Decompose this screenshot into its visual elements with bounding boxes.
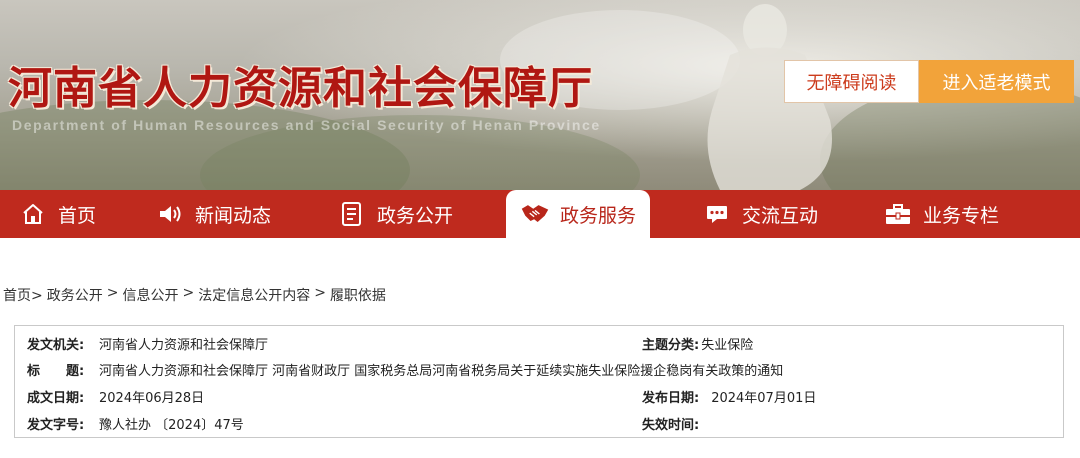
nav-item-interaction[interactable]: 交流互动 <box>702 190 818 238</box>
written-date-row: 成文日期: 2024年06月28日 <box>27 384 204 408</box>
document-icon <box>337 199 367 229</box>
elder-mode-button[interactable]: 进入适老模式 <box>919 60 1074 103</box>
site-subtitle: Department of Human Resources and Social… <box>12 117 601 133</box>
speaker-icon <box>155 199 185 229</box>
issuer-row: 发文机关: 河南省人力资源和社会保障厅 <box>27 331 268 355</box>
doc-number-label: 发文字号: <box>27 417 85 433</box>
breadcrumb-info-disclosure[interactable]: 信息公开 <box>122 285 178 305</box>
publish-date-row: 发布日期: 2024年07月01日 <box>642 384 816 408</box>
site-title: 河南省人力资源和社会保障厅 <box>8 63 593 114</box>
nav-item-gov-services[interactable]: 政务服务 <box>506 190 651 238</box>
topic-label: 主题分类: <box>642 337 700 353</box>
breadcrumb-separator: > <box>106 285 119 301</box>
breadcrumb-separator: > <box>314 285 326 301</box>
written-date-label: 成文日期: <box>27 390 85 406</box>
main-nav: 首页 新闻动态 政务公开 政务服务 交流互动 业务专栏 <box>0 190 1080 238</box>
nav-label-gov-affairs: 政务公开 <box>377 204 454 227</box>
breadcrumb: 首页> 政务公开 > 信息公开 > 法定信息公开内容 > 履职依据 <box>3 285 386 305</box>
nav-label-home: 首页 <box>58 204 97 227</box>
expiry-row: 失效时间: <box>642 411 701 435</box>
publish-date-value: 2024年07月01日 <box>711 390 817 406</box>
home-icon <box>18 199 48 229</box>
title-value: 河南省人力资源和社会保障厅 河南省财政厅 国家税务总局河南省税务局关于延续实施失… <box>99 363 784 379</box>
briefcase-icon <box>883 199 913 229</box>
publish-date-label: 发布日期: <box>642 390 700 406</box>
nav-item-news[interactable]: 新闻动态 <box>155 190 271 238</box>
doc-number-row: 发文字号: 豫人社办 〔2024〕47号 <box>27 411 244 435</box>
breadcrumb-duty-basis[interactable]: 履职依据 <box>330 285 386 305</box>
breadcrumb-gov-affairs[interactable]: 政务公开 <box>47 285 103 305</box>
nav-label-interaction: 交流互动 <box>742 204 819 227</box>
nav-item-gov-affairs[interactable]: 政务公开 <box>337 190 453 238</box>
title-row: 标 题: 河南省人力资源和社会保障厅 河南省财政厅 国家税务总局河南省税务局关于… <box>27 357 783 381</box>
nav-item-columns[interactable]: 业务专栏 <box>883 190 999 238</box>
document-info-table: 发文机关: 河南省人力资源和社会保障厅 主题分类: 失业保险 标 题: 河南省人… <box>14 325 1064 438</box>
nav-label-news: 新闻动态 <box>195 204 272 227</box>
written-date-value: 2024年06月28日 <box>99 390 205 406</box>
topic-value: 失业保险 <box>701 337 754 353</box>
nav-label-columns: 业务专栏 <box>923 204 1000 227</box>
topic-row: 主题分类: 失业保险 <box>642 331 753 355</box>
issuer-label: 发文机关: <box>27 337 85 353</box>
nav-item-home[interactable]: 首页 <box>18 190 96 238</box>
chat-icon <box>702 199 732 229</box>
doc-number-value: 豫人社办 〔2024〕47号 <box>99 417 244 433</box>
title-label: 标 题: <box>27 363 85 379</box>
handshake-icon <box>520 199 550 229</box>
breadcrumb-home[interactable]: 首页> <box>3 285 43 305</box>
breadcrumb-separator: > <box>182 285 195 301</box>
breadcrumb-statutory-info[interactable]: 法定信息公开内容 <box>198 285 310 305</box>
nav-label-gov-services: 政务服务 <box>560 204 637 227</box>
header-banner: 河南省人力资源和社会保障厅 Department of Human Resour… <box>0 0 1080 190</box>
expiry-label: 失效时间: <box>642 417 700 433</box>
issuer-value: 河南省人力资源和社会保障厅 <box>99 337 269 353</box>
accessibility-reading-button[interactable]: 无障碍阅读 <box>784 60 919 103</box>
